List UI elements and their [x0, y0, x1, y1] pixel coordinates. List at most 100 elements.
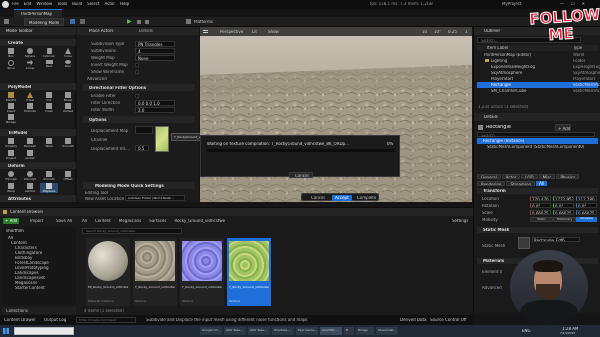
save-icon[interactable]: [4, 19, 9, 24]
location-y[interactable]: 1772.953: [553, 196, 574, 201]
filter-tab[interactable]: Rendering: [477, 180, 506, 186]
subdivisions-input[interactable]: 4: [135, 48, 175, 54]
location-x[interactable]: 770.470: [530, 196, 551, 201]
tool-box[interactable]: Box: [2, 48, 20, 59]
tool-disc[interactable]: Disc: [59, 59, 77, 71]
invert-weight-checkbox[interactable]: [135, 63, 139, 67]
breadcrumb-item[interactable]: All: [82, 219, 87, 223]
tool-rect[interactable]: Rect: [40, 59, 58, 71]
mobility-stationary[interactable]: Stationary: [553, 217, 576, 222]
stop-icon[interactable]: [145, 20, 149, 24]
rotation-z[interactable]: 0.0°: [576, 203, 597, 208]
transform-section[interactable]: Transform: [477, 188, 598, 194]
tool-remesh[interactable]: Remesh: [21, 138, 39, 149]
save-all-button[interactable]: Save All: [56, 219, 72, 223]
tool-weld[interactable]: Weld: [40, 138, 58, 149]
tool-vsculpt[interactable]: VSculpt: [2, 171, 20, 182]
rotation-y[interactable]: 0.0°: [553, 203, 574, 208]
quick-settings-section[interactable]: Modeling Mode Quick Settings: [83, 182, 195, 189]
tool-sphere[interactable]: Sphere: [21, 48, 39, 59]
static-mesh-section[interactable]: Static Mesh: [477, 227, 598, 233]
menu-help[interactable]: Help: [120, 2, 129, 6]
breadcrumb-item[interactable]: Rocky_Ground_vi0hcstwe: [174, 219, 225, 223]
advanced-toggle[interactable]: Advanced: [87, 77, 107, 81]
content-settings-button[interactable]: Settings: [452, 219, 468, 223]
tool-smooth[interactable]: Smooth: [59, 138, 77, 149]
output-log-button[interactable]: Output Log: [44, 318, 66, 322]
location-z[interactable]: 112.780: [576, 196, 597, 201]
section-attributes[interactable]: Attributes: [0, 195, 76, 202]
rotation-x[interactable]: 0.0°: [530, 203, 551, 208]
section-polymodel[interactable]: PolyModel: [0, 83, 76, 90]
static-mesh-dropdown[interactable]: Rectangle_Fdf6: [532, 237, 580, 242]
import-button[interactable]: Import: [30, 219, 43, 223]
tool-extrude[interactable]: Extrude: [21, 103, 39, 113]
cinematics-icon[interactable]: [80, 19, 85, 24]
details-search[interactable]: Search: [477, 132, 595, 137]
tool-accept-button[interactable]: Accept: [332, 195, 352, 201]
taskbar-app[interactable]: Bridge: [356, 327, 374, 335]
weight-map-dropdown[interactable]: None: [135, 55, 175, 61]
menu-actor[interactable]: Actor: [104, 2, 115, 6]
close-window-button[interactable]: ✕: [582, 1, 585, 6]
add-content-button[interactable]: + Add: [3, 218, 19, 224]
filter-tab[interactable]: General: [477, 174, 501, 179]
filter-tab-active[interactable]: All: [536, 180, 548, 186]
platforms-button[interactable]: Platforms: [194, 20, 213, 24]
filter-width-input[interactable]: 2.0: [135, 107, 175, 113]
tool-polyed[interactable]: PolyEd: [2, 92, 20, 102]
tool-cancel-button[interactable]: Cancel: [311, 196, 325, 200]
taskbar-app[interactable]: Google Ch...: [200, 327, 222, 335]
menu-tools[interactable]: Tools: [57, 2, 67, 6]
filter-tab[interactable]: LOD: [521, 174, 538, 179]
enable-filter-checkbox[interactable]: [135, 94, 139, 98]
content-browser-tab[interactable]: Content Browser: [10, 210, 43, 214]
section-create[interactable]: Create: [0, 39, 76, 46]
tool-outset[interactable]: Outset: [59, 103, 77, 113]
angle-snap-value[interactable]: 10°: [434, 30, 441, 34]
perspective-button[interactable]: Perspective: [220, 30, 243, 34]
advanced-materials[interactable]: Advanced: [482, 286, 502, 290]
clock-date[interactable]: 7/13/2023: [560, 332, 575, 335]
scale-y[interactable]: 0.66075: [553, 210, 574, 215]
taskbar-app[interactable]: GPU Teas...: [248, 327, 270, 335]
level-tab[interactable]: ThirdPersonMap: [14, 9, 62, 17]
content-search[interactable]: Search Rocky_Ground_vi0hcstwe: [82, 228, 182, 234]
filter-direction-input[interactable]: 0.0 0.0 1.0: [135, 100, 175, 106]
blueprint-icon[interactable]: [70, 19, 75, 24]
tool-inset[interactable]: Inset: [40, 103, 58, 113]
options-section[interactable]: Options: [83, 116, 195, 123]
filter-tab[interactable]: Actor: [501, 174, 521, 179]
derived-data-button[interactable]: Derived Data: [400, 318, 427, 322]
tool-project[interactable]: Project: [2, 149, 20, 161]
show-button[interactable]: Show: [268, 30, 279, 34]
tool-trisel[interactable]: TriSel: [21, 92, 39, 102]
tool-cut[interactable]: Cut: [40, 92, 58, 102]
tool-bevel[interactable]: Bevel: [59, 92, 77, 102]
displacement-map-dropdown[interactable]: [135, 126, 153, 134]
windows-start-icon[interactable]: [3, 328, 9, 334]
directional-filter-section[interactable]: Directional Filter Options: [83, 84, 195, 91]
tool-cylinder[interactable]: Cylinder: [40, 48, 58, 59]
asset-tile-selected[interactable]: T_Rocky_Ground_vi0hcstwe_8K_ORDp Texture: [227, 238, 271, 306]
save-location-dropdown[interactable]: AutoGen Folder (World-Relat...: [125, 195, 185, 201]
scale-snap-value[interactable]: 0.25: [448, 30, 457, 34]
filter-tab[interactable]: Streaming: [506, 180, 536, 186]
tool-displace[interactable]: Displace: [40, 182, 58, 193]
unreal-logo-icon[interactable]: [2, 1, 9, 8]
asset-tile[interactable]: T_Rocky_Ground_vi0hcstwe_8K_D Texture: [133, 238, 177, 306]
step-icon[interactable]: [137, 20, 141, 24]
tool-offset[interactable]: Offset: [59, 171, 77, 182]
tool-cone[interactable]: Cone: [59, 48, 77, 59]
scale-x[interactable]: 0.66075: [530, 210, 551, 215]
scale-z[interactable]: 0.66075: [576, 210, 597, 215]
menu-window[interactable]: Window: [36, 2, 52, 6]
column-type[interactable]: Type: [573, 46, 582, 50]
mobility-movable[interactable]: Movable: [576, 217, 597, 222]
asset-tile[interactable]: MI_Rocky_Ground_vi0hcstwe_8K Material In…: [86, 238, 130, 306]
content-drawer-button[interactable]: Content Drawer: [4, 318, 36, 322]
tool-dsculpt[interactable]: DSculpt: [21, 171, 39, 182]
tool-simplify[interactable]: Simplify: [2, 138, 20, 149]
add-component-button[interactable]: + Add: [555, 124, 571, 131]
filter-tab[interactable]: Misc: [538, 174, 556, 179]
